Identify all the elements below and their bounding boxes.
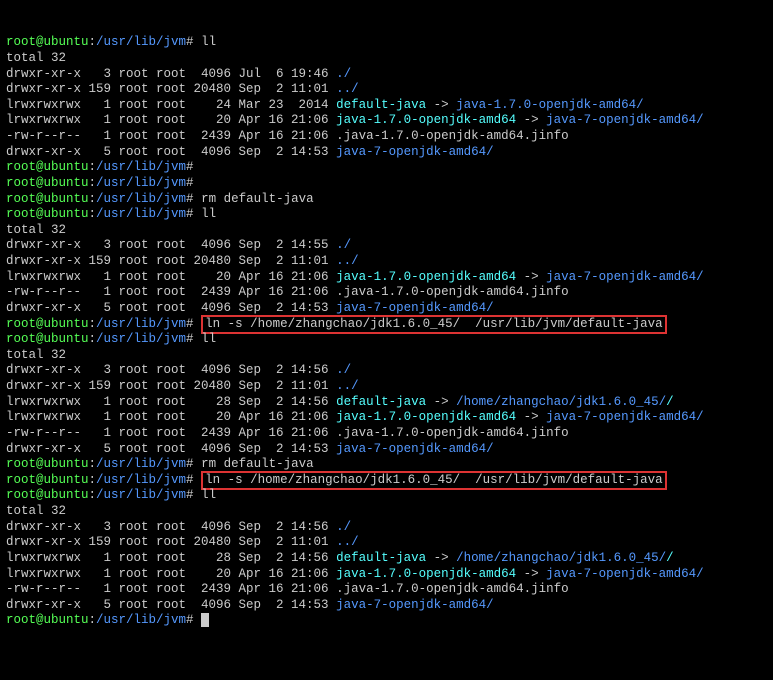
cursor [201, 613, 209, 627]
terminal-output[interactable]: root@ubuntu:/usr/lib/jvm# ll total 32 dr… [6, 35, 767, 629]
